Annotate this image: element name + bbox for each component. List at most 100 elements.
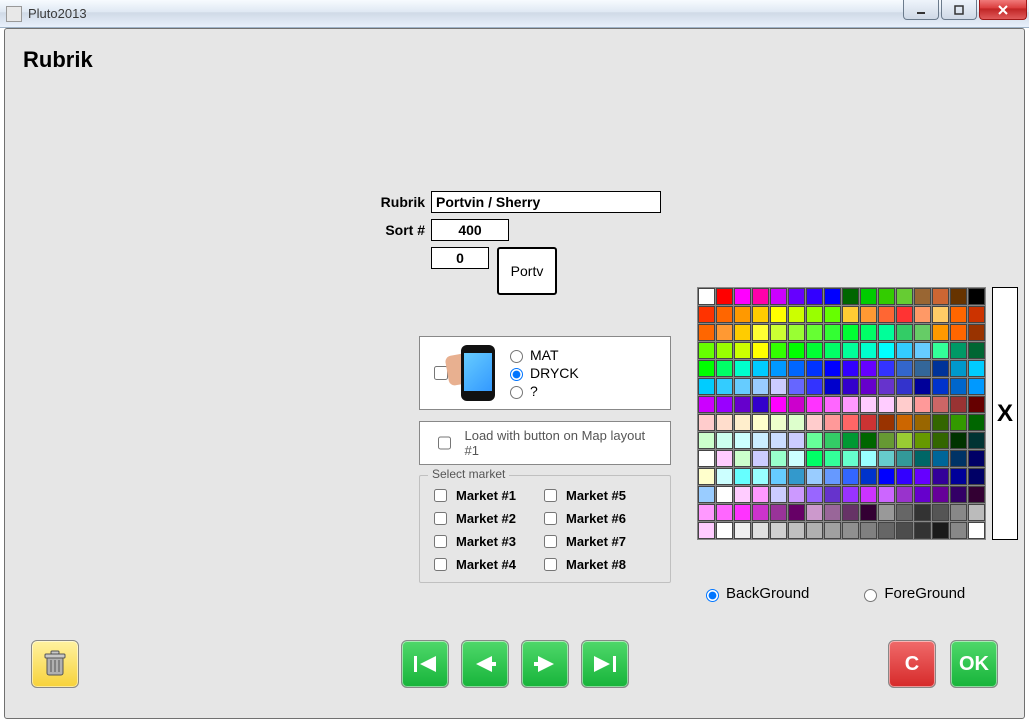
color-swatch[interactable] xyxy=(914,486,931,503)
color-swatch[interactable] xyxy=(698,468,715,485)
color-swatch[interactable] xyxy=(698,288,715,305)
color-swatch[interactable] xyxy=(896,342,913,359)
color-swatch[interactable] xyxy=(878,468,895,485)
color-swatch[interactable] xyxy=(806,378,823,395)
color-swatch[interactable] xyxy=(806,450,823,467)
color-swatch[interactable] xyxy=(716,522,733,539)
color-swatch[interactable] xyxy=(734,360,751,377)
color-swatch[interactable] xyxy=(824,522,841,539)
market-5[interactable]: Market #5 xyxy=(540,486,626,505)
color-swatch[interactable] xyxy=(752,360,769,377)
color-swatch[interactable] xyxy=(860,342,877,359)
color-swatch[interactable] xyxy=(860,450,877,467)
color-swatch[interactable] xyxy=(824,324,841,341)
last-button[interactable] xyxy=(581,640,629,688)
color-swatch[interactable] xyxy=(734,414,751,431)
color-swatch[interactable] xyxy=(806,342,823,359)
color-swatch[interactable] xyxy=(968,360,985,377)
color-swatch[interactable] xyxy=(698,486,715,503)
color-swatch[interactable] xyxy=(914,450,931,467)
clear-color-button[interactable]: X xyxy=(992,287,1018,540)
color-swatch[interactable] xyxy=(842,486,859,503)
color-swatch[interactable] xyxy=(932,486,949,503)
color-swatch[interactable] xyxy=(752,486,769,503)
color-swatch[interactable] xyxy=(896,504,913,521)
color-swatch[interactable] xyxy=(860,396,877,413)
first-button[interactable] xyxy=(401,640,449,688)
color-swatch[interactable] xyxy=(698,324,715,341)
color-swatch[interactable] xyxy=(860,324,877,341)
color-swatch[interactable] xyxy=(698,522,715,539)
next-button[interactable] xyxy=(521,640,569,688)
color-swatch[interactable] xyxy=(968,486,985,503)
color-swatch[interactable] xyxy=(950,450,967,467)
cancel-button[interactable]: C xyxy=(888,640,936,688)
color-swatch[interactable] xyxy=(896,378,913,395)
color-swatch[interactable] xyxy=(734,486,751,503)
color-swatch[interactable] xyxy=(950,378,967,395)
color-swatch[interactable] xyxy=(734,288,751,305)
color-swatch[interactable] xyxy=(968,432,985,449)
color-swatch[interactable] xyxy=(878,288,895,305)
color-swatch[interactable] xyxy=(914,306,931,323)
color-swatch[interactable] xyxy=(716,432,733,449)
color-swatch[interactable] xyxy=(716,306,733,323)
color-swatch[interactable] xyxy=(860,468,877,485)
color-swatch[interactable] xyxy=(824,450,841,467)
color-swatch[interactable] xyxy=(824,414,841,431)
color-swatch[interactable] xyxy=(896,522,913,539)
color-swatch[interactable] xyxy=(698,504,715,521)
color-swatch[interactable] xyxy=(878,342,895,359)
color-swatch[interactable] xyxy=(770,360,787,377)
color-swatch[interactable] xyxy=(932,468,949,485)
color-swatch[interactable] xyxy=(698,342,715,359)
color-swatch[interactable] xyxy=(752,504,769,521)
color-swatch[interactable] xyxy=(878,486,895,503)
color-swatch[interactable] xyxy=(896,396,913,413)
color-swatch[interactable] xyxy=(842,432,859,449)
color-swatch[interactable] xyxy=(842,288,859,305)
color-swatch[interactable] xyxy=(968,504,985,521)
color-swatch[interactable] xyxy=(734,324,751,341)
color-swatch[interactable] xyxy=(752,306,769,323)
color-swatch[interactable] xyxy=(806,396,823,413)
color-swatch[interactable] xyxy=(914,342,931,359)
color-swatch[interactable] xyxy=(734,450,751,467)
color-swatch[interactable] xyxy=(716,324,733,341)
color-swatch[interactable] xyxy=(806,414,823,431)
color-swatch[interactable] xyxy=(968,450,985,467)
color-swatch[interactable] xyxy=(716,360,733,377)
color-swatch[interactable] xyxy=(968,414,985,431)
category-radio-mat[interactable]: MAT xyxy=(505,347,579,363)
color-swatch[interactable] xyxy=(842,324,859,341)
minimize-button[interactable] xyxy=(903,0,939,20)
color-swatch[interactable] xyxy=(788,342,805,359)
color-swatch[interactable] xyxy=(860,414,877,431)
color-swatch[interactable] xyxy=(842,306,859,323)
color-swatch[interactable] xyxy=(950,486,967,503)
color-swatch[interactable] xyxy=(860,486,877,503)
color-swatch[interactable] xyxy=(716,378,733,395)
color-swatch[interactable] xyxy=(878,432,895,449)
color-swatch[interactable] xyxy=(806,504,823,521)
color-swatch[interactable] xyxy=(932,342,949,359)
color-swatch[interactable] xyxy=(788,432,805,449)
category-radio-dryck[interactable]: DRYCK xyxy=(505,365,579,381)
color-swatch[interactable] xyxy=(734,396,751,413)
color-swatch[interactable] xyxy=(968,378,985,395)
color-swatch[interactable] xyxy=(788,450,805,467)
color-swatch[interactable] xyxy=(770,324,787,341)
color-swatch[interactable] xyxy=(824,342,841,359)
color-swatch[interactable] xyxy=(878,504,895,521)
color-swatch[interactable] xyxy=(950,414,967,431)
color-swatch[interactable] xyxy=(842,450,859,467)
color-swatch[interactable] xyxy=(716,414,733,431)
color-swatch[interactable] xyxy=(878,414,895,431)
color-swatch[interactable] xyxy=(806,486,823,503)
color-swatch[interactable] xyxy=(698,378,715,395)
color-swatch[interactable] xyxy=(716,450,733,467)
color-swatch[interactable] xyxy=(734,468,751,485)
color-swatch[interactable] xyxy=(842,522,859,539)
color-swatch[interactable] xyxy=(896,288,913,305)
color-swatch[interactable] xyxy=(770,396,787,413)
